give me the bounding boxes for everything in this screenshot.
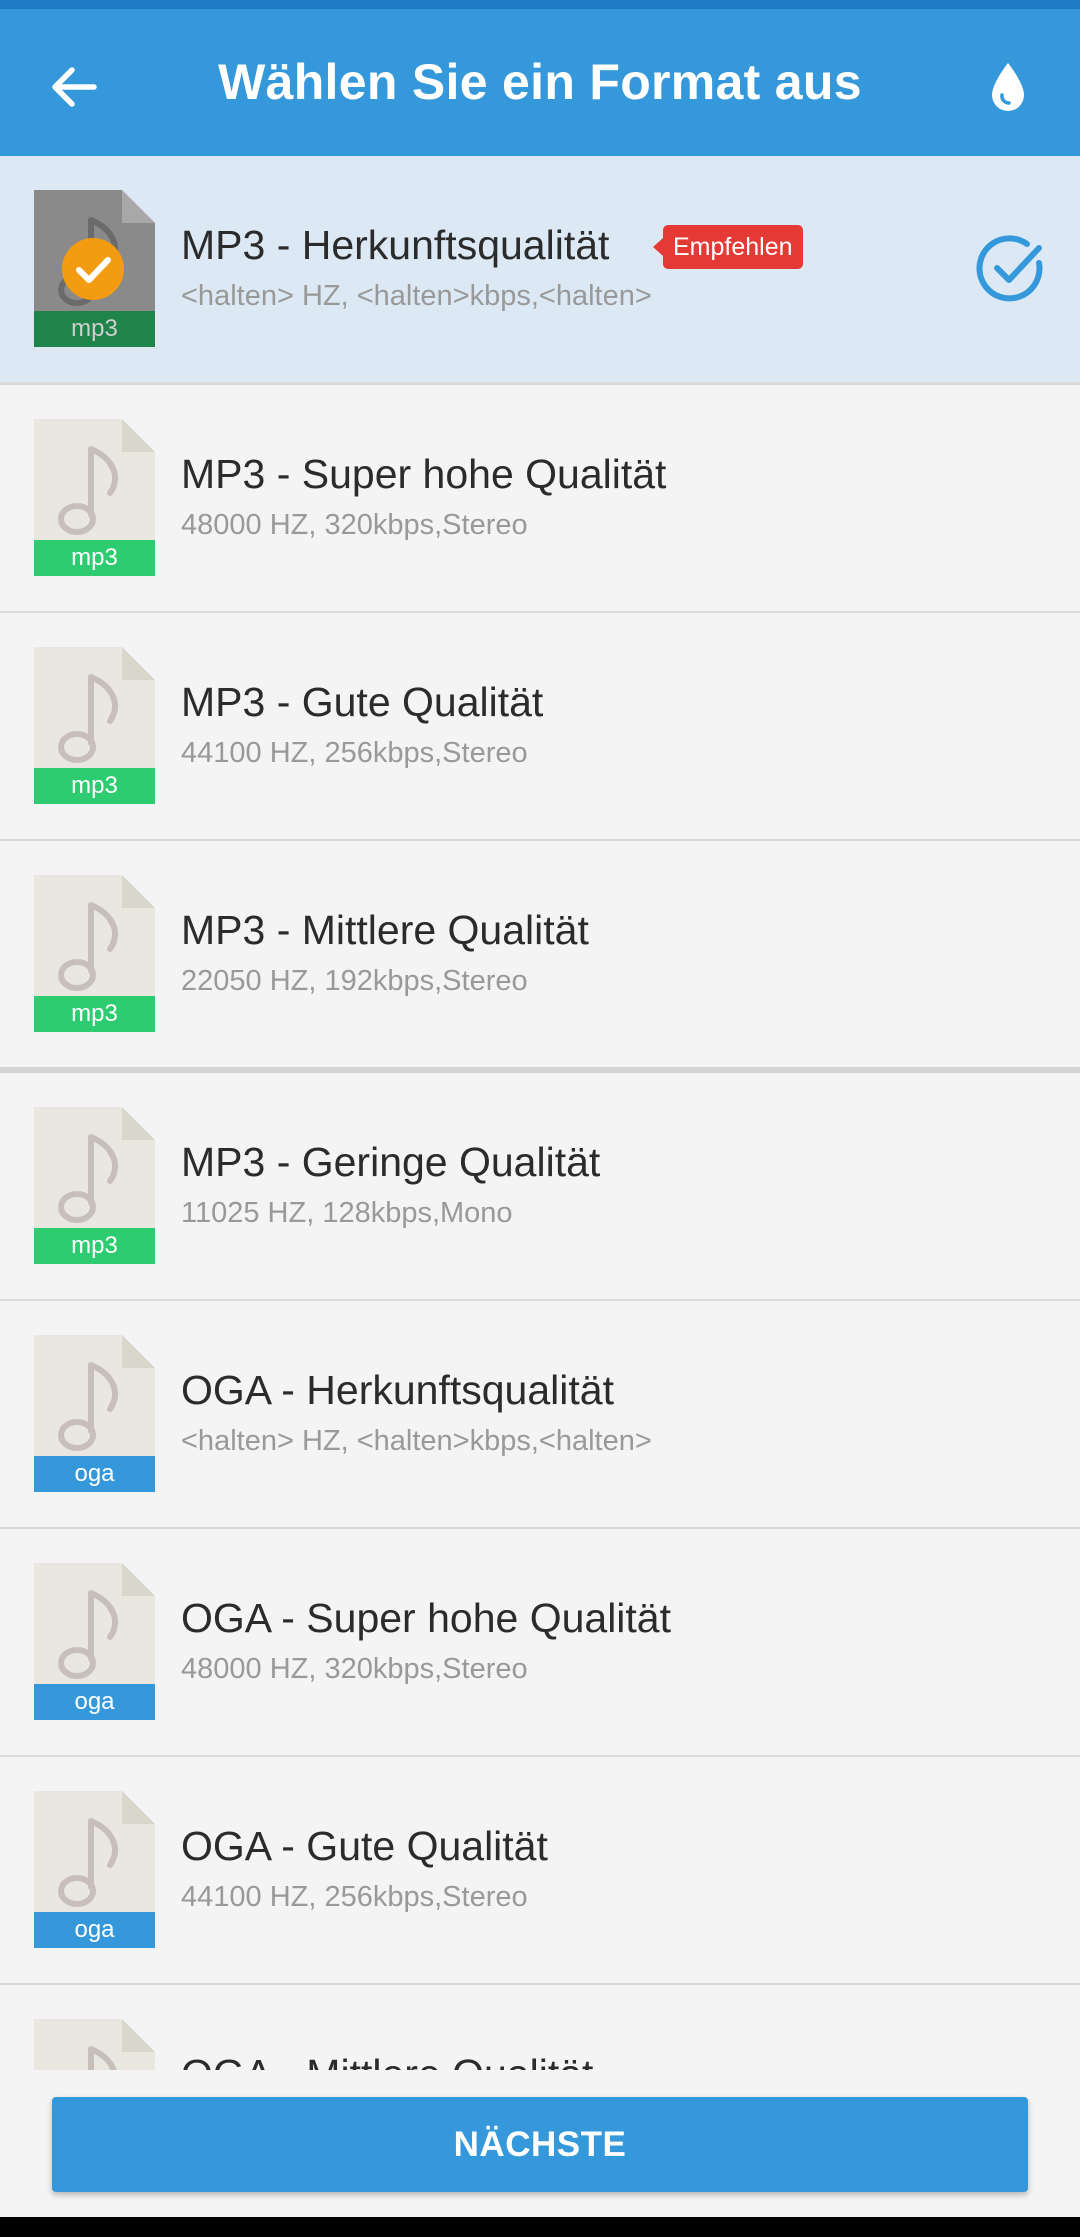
- format-tag: mp3: [34, 540, 155, 576]
- format-title: MP3 - Mittlere Qualität: [181, 907, 589, 953]
- bottom-bar: NÄCHSTE: [0, 2070, 1080, 2217]
- format-tag: oga: [34, 1456, 155, 1492]
- format-details: 48000 HZ, 320kbps,Stereo: [181, 1653, 528, 1685]
- format-item[interactable]: mp3 MP3 - Super hohe Qualität 48000 HZ, …: [0, 385, 1080, 614]
- format-details: 44100 HZ, 256kbps,Stereo: [181, 1881, 528, 1913]
- app-bar: Wählen Sie ein Format aus: [0, 9, 1080, 156]
- format-details: 48000 HZ, 320kbps,Stereo: [181, 509, 528, 541]
- format-details: <halten> HZ, <halten>kbps,<halten>: [181, 1425, 652, 1457]
- music-file-icon: oga: [34, 1563, 155, 1720]
- format-item[interactable]: oga OGA - Mittlere Qualität: [0, 1985, 1080, 2070]
- music-file-icon: oga: [34, 1335, 155, 1492]
- check-circle-icon: [62, 238, 124, 300]
- format-tag: oga: [34, 1912, 155, 1948]
- music-file-icon: mp3: [34, 1107, 155, 1264]
- music-file-icon: oga: [34, 2019, 155, 2070]
- format-details: 44100 HZ, 256kbps,Stereo: [181, 737, 528, 769]
- format-title: MP3 - Herkunftsqualität: [181, 222, 610, 268]
- format-title: MP3 - Gute Qualität: [181, 679, 544, 725]
- format-details: 11025 HZ, 128kbps,Mono: [181, 1197, 513, 1229]
- format-tag: mp3: [34, 1228, 155, 1264]
- format-tag: mp3: [34, 996, 155, 1032]
- format-title: MP3 - Geringe Qualität: [181, 1139, 601, 1185]
- music-file-icon: mp3: [34, 875, 155, 1032]
- format-item[interactable]: mp3 MP3 - Herkunftsqualität Empfehlen <h…: [0, 156, 1080, 385]
- format-details: <halten> HZ, <halten>kbps,<halten>: [181, 280, 652, 312]
- drop-icon[interactable]: [980, 57, 1036, 117]
- recommend-badge: Empfehlen: [653, 225, 803, 269]
- format-item[interactable]: mp3 MP3 - Mittlere Qualität 22050 HZ, 19…: [0, 841, 1080, 1073]
- format-tag: mp3: [34, 311, 155, 347]
- format-title: OGA - Super hohe Qualität: [181, 1595, 671, 1641]
- format-title: OGA - Mittlere Qualität: [181, 2051, 593, 2070]
- format-list: mp3 MP3 - Herkunftsqualität Empfehlen <h…: [0, 156, 1080, 2070]
- format-title: OGA - Herkunftsqualität: [181, 1367, 614, 1413]
- music-file-icon: mp3: [34, 419, 155, 576]
- format-title: MP3 - Super hohe Qualität: [181, 451, 667, 497]
- format-item[interactable]: oga OGA - Gute Qualität 44100 HZ, 256kbp…: [0, 1757, 1080, 1986]
- format-item[interactable]: oga OGA - Super hohe Qualität 48000 HZ, …: [0, 1529, 1080, 1758]
- format-item[interactable]: mp3 MP3 - Geringe Qualität 11025 HZ, 128…: [0, 1073, 1080, 1302]
- format-tag: oga: [34, 1684, 155, 1720]
- format-details: 22050 HZ, 192kbps,Stereo: [181, 965, 528, 997]
- format-tag: mp3: [34, 768, 155, 804]
- selected-check-icon: [976, 235, 1043, 302]
- page-title: Wählen Sie ein Format aus: [218, 54, 862, 110]
- status-strip: [0, 0, 1080, 9]
- music-file-icon: mp3: [34, 647, 155, 804]
- music-file-icon: mp3: [34, 190, 155, 347]
- format-item[interactable]: oga OGA - Herkunftsqualität <halten> HZ,…: [0, 1301, 1080, 1530]
- format-title: OGA - Gute Qualität: [181, 1823, 548, 1869]
- music-file-icon: oga: [34, 1791, 155, 1948]
- system-nav-bar: [0, 2217, 1080, 2237]
- next-button[interactable]: NÄCHSTE: [52, 2097, 1028, 2192]
- format-item[interactable]: mp3 MP3 - Gute Qualität 44100 HZ, 256kbp…: [0, 613, 1080, 842]
